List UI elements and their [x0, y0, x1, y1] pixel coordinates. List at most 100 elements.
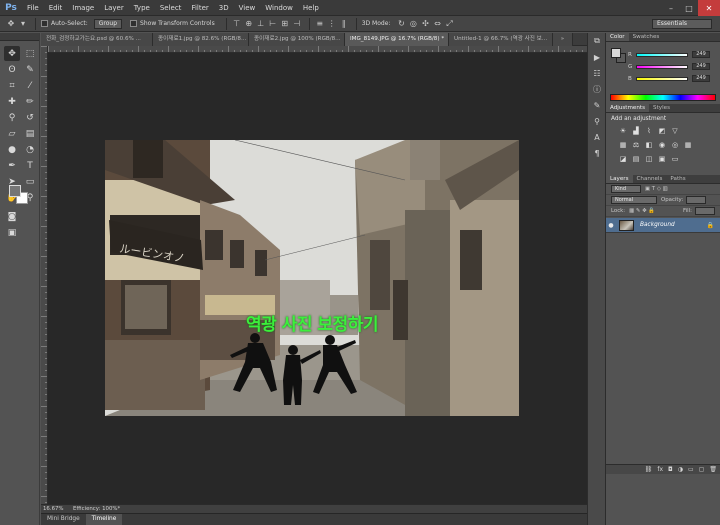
tab-color[interactable]: Color: [606, 33, 629, 41]
vertical-ruler[interactable]: [41, 46, 48, 513]
red-value[interactable]: 249: [692, 51, 710, 58]
canvas-area[interactable]: ルービンオノ 역광 사진 보정하기: [48, 53, 603, 513]
tab-timeline[interactable]: Timeline: [85, 514, 123, 525]
tab-layers[interactable]: Layers: [606, 175, 633, 183]
eyedropper-tool-icon[interactable]: ⁄: [22, 78, 38, 93]
clone-stamp-tool-icon[interactable]: ⚲: [4, 110, 20, 125]
toolbar-grip[interactable]: [0, 33, 39, 41]
align-bottom-icon[interactable]: ⊥: [256, 19, 266, 29]
red-bar[interactable]: [636, 52, 688, 57]
auto-select-dropdown[interactable]: Group: [93, 18, 123, 29]
link-layers-icon[interactable]: ⛓: [645, 466, 653, 473]
blue-value[interactable]: 249: [692, 75, 710, 82]
add-mask-icon[interactable]: ◘: [668, 466, 673, 473]
character-icon[interactable]: A: [588, 129, 606, 145]
document-tab[interactable]: 종이재료1.jpg @ 82.6% (RGB/8...: [153, 33, 249, 46]
invert-icon[interactable]: ◪: [618, 155, 628, 164]
brightness-contrast-icon[interactable]: ☀: [618, 127, 628, 136]
blur-tool-icon[interactable]: ●: [4, 142, 20, 157]
align-middle-icon[interactable]: ⊕: [244, 19, 254, 29]
document-tab-active[interactable]: IMG_8149.JPG @ 16.7% (RGB/8) *: [345, 33, 449, 46]
menu-image[interactable]: Image: [67, 0, 99, 16]
healing-brush-tool-icon[interactable]: ✚: [4, 94, 20, 109]
paragraph-icon[interactable]: ¶: [588, 145, 606, 161]
menu-type[interactable]: Type: [129, 0, 155, 16]
screen-mode-icon[interactable]: ▣: [4, 225, 20, 240]
auto-select-checkbox[interactable]: [41, 20, 48, 27]
tab-mini-bridge[interactable]: Mini Bridge: [41, 514, 86, 525]
color-balance-icon[interactable]: ⚖: [631, 141, 641, 150]
move-tool-icon[interactable]: ✥: [4, 46, 20, 61]
opacity-field[interactable]: [686, 196, 707, 204]
foreground-color-swatch[interactable]: [9, 185, 21, 197]
menu-layer[interactable]: Layer: [99, 0, 129, 16]
menu-edit[interactable]: Edit: [44, 0, 68, 16]
new-adjustment-icon[interactable]: ◑: [678, 466, 683, 473]
tab-adjustments[interactable]: Adjustments: [606, 104, 650, 112]
blue-slider[interactable]: B 249: [628, 74, 716, 83]
gradient-map-icon[interactable]: ▭: [670, 155, 680, 164]
tab-styles[interactable]: Styles: [649, 104, 674, 112]
menu-filter[interactable]: Filter: [186, 0, 213, 16]
posterize-icon[interactable]: ▤: [631, 155, 641, 164]
layer-row[interactable]: ● Background 🔒: [606, 218, 720, 233]
efficiency-info[interactable]: Efficiency: 100%*: [73, 506, 120, 512]
minimize-button[interactable]: –: [662, 0, 680, 16]
type-tool-icon[interactable]: T: [22, 158, 38, 173]
layer-style-icon[interactable]: fx: [657, 466, 663, 473]
channel-mixer-icon[interactable]: ◎: [670, 141, 680, 150]
delete-layer-icon[interactable]: 🗑: [709, 466, 717, 473]
history-icon[interactable]: ⧉: [588, 33, 606, 49]
marquee-tool-icon[interactable]: ⬚: [22, 46, 38, 61]
zoom-level[interactable]: 16.67%: [43, 506, 67, 512]
brush-presets-icon[interactable]: ✎: [588, 97, 606, 113]
menu-view[interactable]: View: [234, 0, 261, 16]
shape-tool-icon[interactable]: ▭: [22, 174, 38, 189]
workspace-switcher[interactable]: Essentials: [652, 19, 712, 29]
tab-paths[interactable]: Paths: [666, 175, 689, 183]
show-transform-checkbox[interactable]: [130, 20, 138, 27]
clone-source-icon[interactable]: ⚲: [588, 113, 606, 129]
green-value[interactable]: 249: [692, 63, 710, 70]
distribute-icon[interactable]: ≡: [315, 19, 325, 29]
selective-color-icon[interactable]: ▣: [657, 155, 667, 164]
menu-3d[interactable]: 3D: [214, 0, 234, 16]
tab-swatches[interactable]: Swatches: [629, 33, 664, 41]
lasso-tool-icon[interactable]: ʘ: [4, 62, 20, 77]
layer-name[interactable]: Background: [640, 222, 675, 228]
blue-bar[interactable]: [636, 76, 688, 81]
photo-filter-icon[interactable]: ◉: [657, 141, 667, 150]
eraser-tool-icon[interactable]: ▱: [4, 126, 20, 141]
3d-pan-icon[interactable]: ✣: [420, 19, 430, 29]
layer-thumbnail[interactable]: [619, 219, 634, 231]
move-tool-preset-icon[interactable]: ✥: [6, 19, 16, 29]
fill-field[interactable]: [695, 207, 715, 215]
green-bar[interactable]: [636, 64, 688, 69]
curves-icon[interactable]: ⌇: [644, 127, 654, 136]
horizontal-ruler[interactable]: [48, 46, 603, 53]
3d-slide-icon[interactable]: ⇔: [432, 19, 442, 29]
new-layer-icon[interactable]: ▢: [699, 466, 705, 473]
levels-icon[interactable]: ▟: [631, 127, 641, 136]
green-slider[interactable]: G 249: [628, 62, 716, 71]
exposure-icon[interactable]: ◩: [657, 127, 667, 136]
black-white-icon[interactable]: ◧: [644, 141, 654, 150]
distribute-icon[interactable]: ∥: [339, 19, 349, 29]
new-group-icon[interactable]: ▭: [688, 466, 694, 473]
gradient-tool-icon[interactable]: ▤: [22, 126, 38, 141]
3d-rotate-icon[interactable]: ↻: [396, 19, 406, 29]
overlay-title-text[interactable]: 역광 사진 보정하기: [105, 310, 519, 335]
menu-window[interactable]: Window: [260, 0, 298, 16]
color-spectrum[interactable]: [610, 94, 716, 101]
3d-roll-icon[interactable]: ◎: [408, 19, 418, 29]
align-center-icon[interactable]: ⊞: [280, 19, 290, 29]
hue-saturation-icon[interactable]: ▦: [618, 141, 628, 150]
history-brush-tool-icon[interactable]: ↺: [22, 110, 38, 125]
quick-select-tool-icon[interactable]: ✎: [22, 62, 38, 77]
color-fg-swatch[interactable]: [611, 48, 621, 58]
chevron-down-icon[interactable]: ▾: [18, 19, 28, 29]
threshold-icon[interactable]: ◫: [644, 155, 654, 164]
document-tab[interactable]: 전화_검정하교가는요.psd @ 60.6% ...: [41, 33, 153, 46]
lock-icons[interactable]: ▦ ✎ ✥ 🔒: [629, 208, 655, 214]
blend-mode-select[interactable]: Normal: [611, 196, 657, 204]
